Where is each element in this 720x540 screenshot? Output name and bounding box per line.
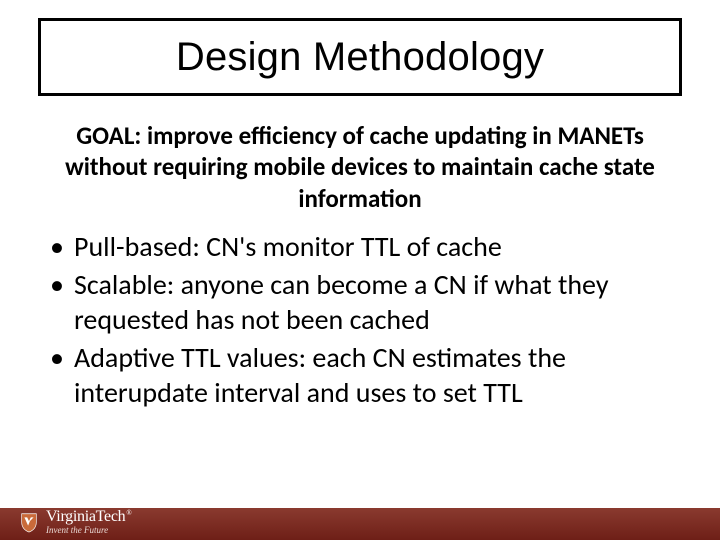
footer-tagline: Invent the Future bbox=[46, 526, 131, 535]
bullet-icon: • bbox=[46, 341, 74, 375]
org-name: VirginiaTech bbox=[46, 508, 125, 525]
bullet-list: • Pull-based: CN's monitor TTL of cache … bbox=[46, 230, 681, 414]
trademark-icon: ® bbox=[125, 509, 131, 517]
vt-shield-icon bbox=[18, 511, 40, 533]
bullet-text: Scalable: anyone can become a CN if what… bbox=[74, 268, 681, 337]
list-item: • Scalable: anyone can become a CN if wh… bbox=[46, 268, 681, 337]
bullet-icon: • bbox=[46, 230, 74, 264]
bullet-text: Pull-based: CN's monitor TTL of cache bbox=[74, 230, 681, 264]
goal-statement: GOAL: improve efficiency of cache updati… bbox=[36, 120, 684, 214]
footer-brand: VirginiaTech® Invent the Future bbox=[18, 509, 131, 535]
list-item: • Pull-based: CN's monitor TTL of cache bbox=[46, 230, 681, 264]
footer: VirginiaTech® Invent the Future bbox=[0, 496, 720, 540]
footer-brand-text: VirginiaTech® Invent the Future bbox=[46, 509, 131, 535]
slide-title: Design Methodology bbox=[176, 35, 544, 80]
list-item: • Adaptive TTL values: each CN estimates… bbox=[46, 341, 681, 410]
title-box: Design Methodology bbox=[38, 18, 682, 96]
bullet-text: Adaptive TTL values: each CN estimates t… bbox=[74, 341, 681, 410]
bullet-icon: • bbox=[46, 268, 74, 302]
slide: Design Methodology GOAL: improve efficie… bbox=[0, 0, 720, 540]
footer-org: VirginiaTech® bbox=[46, 509, 131, 525]
